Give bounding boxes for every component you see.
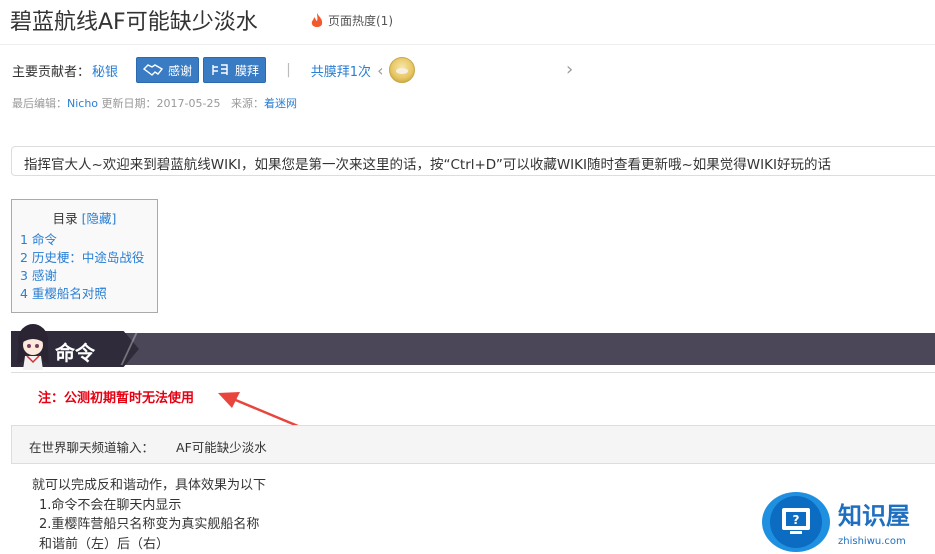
chibi-character-icon [17, 324, 49, 370]
update-date: 2017-05-25 [156, 97, 221, 110]
welcome-notice: 指挥官大人~欢迎来到碧蓝航线WIKI，如果您是第一次来这里的话，按“Ctrl+D… [11, 146, 935, 176]
last-editor-link[interactable]: Nicho [67, 97, 98, 110]
toc-header: 目录 [隐藏] [12, 208, 157, 227]
toc-hide-link[interactable]: [隐藏] [82, 211, 117, 226]
site-watermark-logo: ? 知识屋 zhishiwu.com [762, 492, 912, 552]
launch-note: 注：公测初期暂时无法使用 [38, 391, 195, 406]
section-header-band [11, 333, 935, 365]
watermark-name: 知识屋 [838, 502, 910, 530]
toc-item-ship-names[interactable]: 4 重樱船名对照 [20, 285, 157, 303]
command-value: AF可能缺少淡水 [176, 440, 267, 455]
source-link[interactable]: 着迷网 [264, 97, 297, 110]
command-label: 在世界聊天频道输入： [29, 440, 155, 455]
toc-item-history[interactable]: 2 历史梗：中途岛战役 [20, 249, 157, 267]
effect-intro: 就可以完成反和谐动作，具体效果为以下 [32, 478, 267, 493]
effect-compare: 和谐前（左）后（右） [39, 536, 170, 552]
worship-icon [212, 64, 228, 75]
chevron-right-icon[interactable]: › [566, 59, 573, 80]
section-title-command: 命令 [55, 341, 95, 365]
heat-label: 页面热度(1) [328, 14, 393, 28]
page-title: 碧蓝航线AF可能缺少淡水 [10, 10, 258, 35]
contributor-link[interactable]: 秘银 [92, 61, 118, 80]
toc-item-thanks[interactable]: 3 感谢 [20, 267, 157, 285]
worship-count-link[interactable]: 共膜拜1次 [311, 61, 371, 80]
toc-title: 目录 [52, 211, 78, 226]
flame-icon [311, 12, 323, 27]
page-heat: 页面热度(1) [310, 12, 393, 29]
avatar[interactable] [389, 57, 416, 83]
section-underline [11, 372, 935, 373]
chevron-left-icon[interactable]: ‹ [377, 61, 383, 80]
separator: | [286, 62, 291, 78]
effect-item-1: 1.命令不会在聊天内显示 [39, 497, 182, 513]
toc-item-command[interactable]: 1 命令 [20, 231, 157, 249]
table-of-contents: 目录 [隐藏] 1 命令 2 历史梗：中途岛战役 3 感谢 4 重樱船名对照 [11, 199, 158, 313]
watermark-domain: zhishiwu.com [838, 536, 906, 547]
divider [0, 44, 935, 45]
effect-description: 就可以完成反和谐动作，具体效果为以下 1.命令不会在聊天内显示 2.重樱阵营船只… [32, 476, 266, 554]
svg-text:?: ? [793, 513, 800, 527]
effect-item-2: 2.重樱阵营船只名称变为真实舰船名称 [39, 517, 260, 532]
command-box: 在世界聊天频道输入： AF可能缺少淡水 [11, 425, 935, 464]
edit-meta: 最后编辑：Nicho 更新日期：2017-05-25 来源：着迷网 [12, 97, 297, 110]
toc-list: 1 命令 2 历史梗：中途岛战役 3 感谢 4 重樱船名对照 [20, 231, 157, 303]
thanks-button[interactable]: 感谢 [136, 57, 200, 83]
handshake-icon [143, 64, 164, 76]
contributors-label: 主要贡献者： [12, 64, 91, 80]
worship-button[interactable]: 膜拜 [203, 57, 267, 83]
contributors-row: 主要贡献者： 秘银 感谢 膜拜 | 共膜拜1次 ‹ [12, 57, 416, 83]
